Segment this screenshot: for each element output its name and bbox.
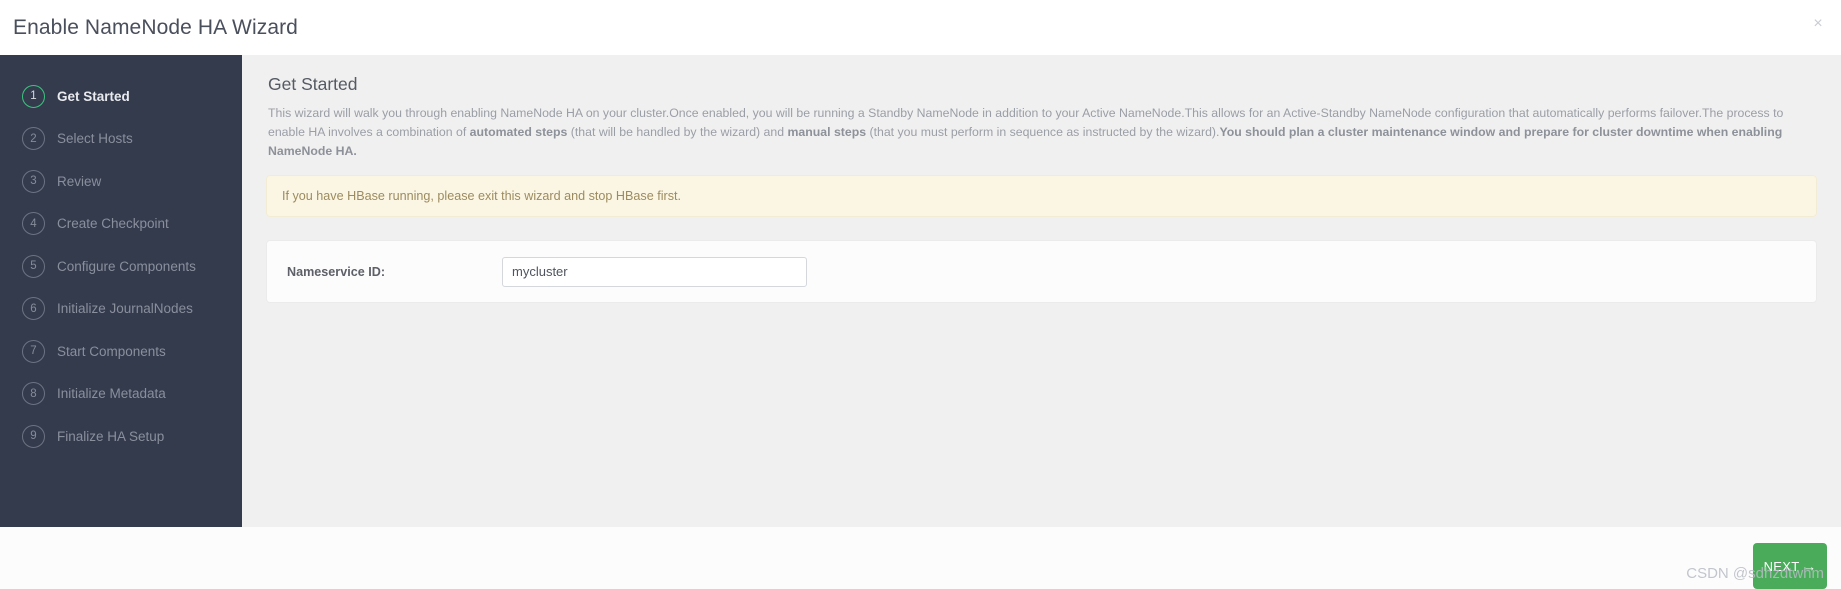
sidebar-step-initialize-journalnodes[interactable]: 6 Initialize JournalNodes xyxy=(0,288,242,331)
sidebar-step-review[interactable]: 3 Review xyxy=(0,160,242,203)
wizard-content-pane: Get Started This wizard will walk you th… xyxy=(242,55,1841,527)
step-number-badge: 6 xyxy=(22,297,45,321)
nameservice-id-input[interactable] xyxy=(502,256,807,287)
step-number-badge: 3 xyxy=(22,169,45,193)
sidebar-step-label: Review xyxy=(57,173,102,189)
step-number-badge: 7 xyxy=(22,339,45,363)
sidebar-step-start-components[interactable]: 7 Start Components xyxy=(0,330,242,373)
sidebar-step-label: Finalize HA Setup xyxy=(57,428,165,444)
sidebar-step-label: Configure Components xyxy=(57,258,196,274)
step-number-badge: 9 xyxy=(22,424,45,448)
sidebar-step-label: Select Hosts xyxy=(57,131,133,147)
sidebar-step-label: Initialize JournalNodes xyxy=(57,301,193,317)
sidebar-step-select-hosts[interactable]: 2 Select Hosts xyxy=(0,118,242,161)
sidebar-step-initialize-metadata[interactable]: 8 Initialize Metadata xyxy=(0,373,242,416)
description-part-2: (that will be handled by the wizard) and xyxy=(567,125,788,139)
sidebar-step-label: Initialize Metadata xyxy=(57,386,166,402)
wizard-steps-sidebar: 1 Get Started 2 Select Hosts 3 Review 4 … xyxy=(0,55,242,527)
next-button[interactable]: NEXT → xyxy=(1753,543,1827,589)
step-number-badge: 2 xyxy=(22,127,45,151)
nameservice-form-panel: Nameservice ID: xyxy=(266,240,1817,303)
sidebar-step-label: Create Checkpoint xyxy=(57,216,169,232)
wizard-description: This wizard will walk you through enabli… xyxy=(268,104,1817,161)
sidebar-step-label: Get Started xyxy=(57,88,130,104)
page-title: Get Started xyxy=(268,74,358,94)
dialog-title: Enable NameNode HA Wizard xyxy=(13,15,298,39)
dialog-titlebar: Enable NameNode HA Wizard × xyxy=(0,0,1841,55)
alert-message: If you have HBase running, please exit t… xyxy=(282,189,682,203)
step-number-badge: 1 xyxy=(22,84,45,108)
dialog-footer: NEXT → xyxy=(0,527,1841,589)
step-number-badge: 4 xyxy=(22,212,45,236)
sidebar-step-finalize-ha-setup[interactable]: 9 Finalize HA Setup xyxy=(0,415,242,458)
step-number-badge: 5 xyxy=(22,254,45,278)
hbase-warning-alert: If you have HBase running, please exit t… xyxy=(266,175,1817,217)
description-bold-automated-steps: automated steps xyxy=(469,125,568,139)
close-icon[interactable]: × xyxy=(1809,15,1827,33)
description-part-3: (that you must perform in sequence as in… xyxy=(866,125,1220,139)
sidebar-step-configure-components[interactable]: 5 Configure Components xyxy=(0,245,242,288)
sidebar-step-get-started[interactable]: 1 Get Started xyxy=(0,75,242,118)
step-number-badge: 8 xyxy=(22,382,45,406)
sidebar-step-create-checkpoint[interactable]: 4 Create Checkpoint xyxy=(0,203,242,246)
ha-wizard-dialog: Enable NameNode HA Wizard × 1 Get Starte… xyxy=(0,0,1841,589)
description-bold-manual-steps: manual steps xyxy=(787,125,867,139)
sidebar-step-label: Start Components xyxy=(57,343,166,359)
nameservice-id-label: Nameservice ID: xyxy=(287,264,386,279)
